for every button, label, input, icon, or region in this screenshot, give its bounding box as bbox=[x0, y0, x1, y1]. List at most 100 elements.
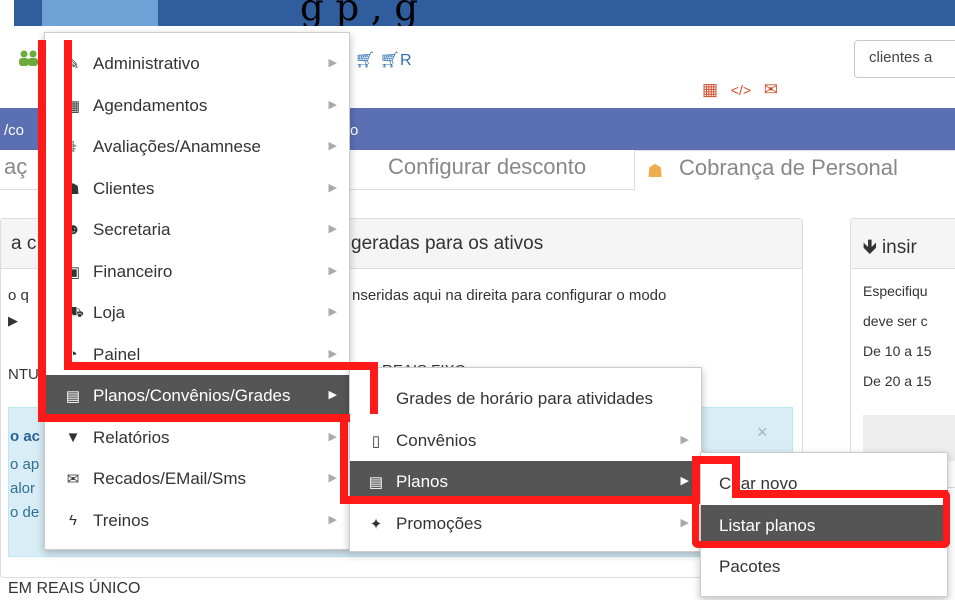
sub-menu-item-label: Grades de horário para atividades bbox=[396, 389, 654, 408]
sub-menu-item-label: Promoções bbox=[396, 513, 482, 533]
main-menu-item[interactable]: ⛟ Loja ▶ bbox=[45, 292, 349, 333]
sub-sub-menu-item-label: Pacotes bbox=[719, 557, 781, 576]
bottom-label: EM REAIS ÚNICO bbox=[8, 580, 141, 597]
left-text-2: NTU bbox=[8, 366, 39, 383]
main-menu-item[interactable]: ☻ Secretaria ▶ bbox=[45, 209, 349, 250]
annotation-line bbox=[340, 496, 700, 504]
right-line-4: De 20 a 15 bbox=[863, 373, 932, 389]
main-menu-item-label: Treinos bbox=[93, 510, 150, 530]
chevron-right-icon: ▶ bbox=[328, 264, 337, 277]
main-menu-item-label: Planos/Convênios/Grades bbox=[93, 386, 291, 405]
chevron-right-icon: ▶ bbox=[680, 516, 689, 529]
main-menu-item-label: Avaliações/Anamnese bbox=[93, 137, 261, 156]
main-menu-item[interactable]: ▣ Financeiro ▶ bbox=[45, 251, 349, 292]
main-menu-item[interactable]: ▦ Agendamentos ▶ bbox=[45, 85, 349, 126]
main-menu-item[interactable]: ▼ Relatórios ▶ bbox=[45, 417, 349, 458]
main-menu-item[interactable]: ⚕ Avaliações/Anamnese ▶ bbox=[45, 126, 349, 167]
alert-line-1: o ac bbox=[10, 428, 41, 445]
header-title-fragment: g p , g bbox=[300, 0, 419, 26]
main-menu-item-label: Recados/EMail/Sms bbox=[93, 469, 247, 488]
caret-right-icon[interactable]: ▶ bbox=[8, 313, 18, 329]
alert-line-2: o ap bbox=[10, 456, 40, 473]
main-menu-item-label: Secretaria bbox=[93, 220, 171, 239]
cart-r-icon[interactable]: 🛒︎ bbox=[380, 52, 400, 69]
breadcrumb-right: o bbox=[350, 122, 359, 139]
sub-menu-item[interactable]: ✦ Promoções ▶ bbox=[350, 503, 701, 544]
close-icon[interactable]: × bbox=[757, 422, 768, 443]
annotation-line bbox=[38, 414, 350, 422]
main-menu-item[interactable]: ▤ Planos/Convênios/Grades ▶ bbox=[45, 375, 349, 416]
code-icon[interactable]: </> bbox=[731, 82, 751, 98]
main-menu-item[interactable]: ☗ Clientes ▶ bbox=[45, 168, 349, 209]
tab-configurar-desconto[interactable]: Configurar desconto bbox=[356, 150, 586, 190]
annotation-line bbox=[64, 40, 72, 370]
alert-line-3: alor bbox=[10, 480, 36, 497]
annotation-highlight-box bbox=[692, 490, 950, 548]
chevron-right-icon: ▶ bbox=[328, 57, 337, 69]
chevron-right-icon: ▶ bbox=[328, 306, 337, 318]
right-panel-heading: insir bbox=[881, 237, 917, 258]
center-panel-text: nseridas aqui na direita para configurar… bbox=[352, 287, 667, 304]
center-panel-heading: geradas para os ativos bbox=[351, 233, 544, 254]
tab-first[interactable]: aç bbox=[4, 150, 27, 190]
top-bar-highlight[interactable] bbox=[42, 0, 158, 26]
main-menu-item-label: Loja bbox=[93, 303, 126, 322]
file-icon: ▤ bbox=[65, 388, 81, 405]
chevron-right-icon: ▶ bbox=[328, 513, 337, 526]
sub-menu-item[interactable]: Grades de horário para atividades bbox=[350, 378, 701, 419]
main-menu-item-label: Financeiro bbox=[93, 261, 173, 281]
filter-icon: ▼ bbox=[65, 428, 81, 446]
sub-menu-item-label: Planos bbox=[396, 472, 448, 491]
tab-configurar-desconto-label: Configurar desconto bbox=[388, 154, 587, 179]
chevron-right-icon: ▶ bbox=[328, 98, 337, 111]
main-menu-item-label: Clientes bbox=[93, 178, 155, 198]
top-bar: g p , g bbox=[0, 0, 955, 26]
main-menu-item-label: Administrativo bbox=[93, 54, 200, 73]
bolt-icon: ϟ bbox=[69, 511, 77, 529]
chevron-right-icon: ▶ bbox=[328, 430, 337, 443]
chevron-right-icon: ▶ bbox=[680, 433, 689, 446]
alert-line-4: o de bbox=[10, 504, 40, 521]
left-text-1: o q bbox=[8, 287, 29, 304]
breadcrumb-left[interactable]: /co bbox=[4, 122, 24, 139]
annotation-line bbox=[38, 40, 46, 422]
right-panel: 🡻 insir Especifiqu deve ser c De 10 a 15… bbox=[850, 218, 955, 488]
main-menu-item[interactable]: ϟ Treinos ▶ bbox=[45, 500, 349, 541]
right-line-1: Especifiqu bbox=[863, 283, 928, 299]
chevron-right-icon: ▶ bbox=[328, 347, 337, 360]
chevron-right-icon: ▶ bbox=[328, 140, 337, 152]
tab-cobranca-personal-label: Cobrança de Personal bbox=[679, 155, 898, 180]
toolbar-icons: ▦ </> ✉ bbox=[702, 80, 778, 100]
cart-r-label[interactable]: R bbox=[400, 52, 412, 69]
gift-icon: ✦ bbox=[369, 515, 383, 533]
arrow-down-icon: 🡻 bbox=[863, 237, 877, 258]
file-icon: ▤ bbox=[368, 474, 384, 491]
sub-menu-item-label: Convênios bbox=[396, 430, 477, 450]
annotation-line bbox=[370, 362, 378, 414]
phone-icon: ▯ bbox=[371, 432, 381, 450]
left-panel-heading: a c bbox=[11, 233, 37, 254]
chevron-right-icon: ▶ bbox=[328, 472, 337, 484]
tab-cobranca-personal[interactable]: ☗ Cobrança de Personal bbox=[634, 150, 955, 190]
sub-sub-menu-item[interactable]: Pacotes bbox=[701, 546, 947, 587]
main-menu-item-label: Relatórios bbox=[93, 427, 170, 447]
users-icon: ☗ bbox=[647, 161, 664, 181]
planos-submenu: Grades de horário para atividades ▯ Convên… bbox=[349, 367, 702, 552]
main-menu-item[interactable]: ✉ Recados/EMail/Sms ▶ bbox=[45, 458, 349, 499]
right-line-3: De 10 a 15 bbox=[863, 343, 932, 359]
building-icon[interactable]: ▦ bbox=[702, 80, 718, 99]
right-panel-header: 🡻 insir bbox=[851, 219, 955, 269]
annotation-line bbox=[340, 414, 348, 504]
envelope-icon[interactable]: ✉ bbox=[764, 80, 778, 99]
search-input[interactable]: clientes a bbox=[854, 40, 955, 78]
annotation-line bbox=[64, 362, 378, 370]
main-menu-item[interactable]: ✎ Administrativo ▶ bbox=[45, 43, 349, 84]
main-dropdown-menu: ✎ Administrativo ▶ ▦ Agendamentos ▶ ⚕ Avaliaçõe… bbox=[44, 32, 350, 550]
envelope-icon: ✉ bbox=[66, 471, 80, 488]
main-menu-item-label: Agendamentos bbox=[93, 95, 208, 115]
users-icon[interactable] bbox=[18, 50, 40, 66]
sub-menu-item[interactable]: ▯ Convênios ▶ bbox=[350, 420, 701, 461]
chevron-right-icon: ▶ bbox=[680, 475, 689, 487]
chevron-right-icon: ▶ bbox=[328, 223, 337, 235]
cart-icon[interactable]: 🛒︎ bbox=[355, 52, 375, 69]
